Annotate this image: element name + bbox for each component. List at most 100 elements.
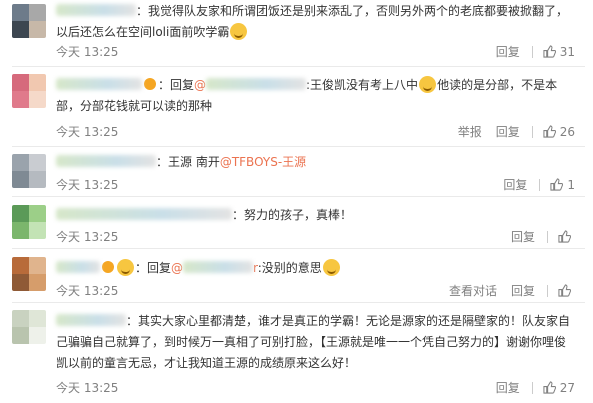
- like-button[interactable]: 1: [539, 178, 575, 192]
- username-blurred[interactable]: [56, 78, 142, 90]
- avatar-tile: [12, 154, 29, 171]
- avatar-tile: [12, 74, 29, 91]
- reply-to-user[interactable]: @: [171, 261, 183, 275]
- comment-body: ：回复@ r:没别的意思: [56, 258, 571, 279]
- avatar-tile: [12, 310, 29, 327]
- avatar-tile: [29, 21, 46, 38]
- comment-text: ：努力的孩子，真棒！: [232, 208, 353, 222]
- comment-body: ：我觉得队友家和所谓团饭还是别来添乱了，否则另外两个的老底都要被掀翻了，以后还怎…: [56, 1, 571, 43]
- divider: [531, 45, 533, 58]
- like-button[interactable]: [547, 230, 575, 243]
- timestamp: 今天 13:25: [56, 381, 119, 395]
- reply-button[interactable]: 回复: [496, 123, 520, 140]
- like-button[interactable]: 27: [531, 380, 575, 395]
- comment-actions: 回复 1: [489, 176, 575, 193]
- avatar-tile: [29, 171, 46, 188]
- like-count: 26: [559, 124, 575, 139]
- avatar-tile: [12, 257, 29, 274]
- avatar[interactable]: [12, 310, 46, 344]
- avatar[interactable]: [12, 257, 46, 291]
- view-conversation-button[interactable]: 查看对话: [449, 282, 497, 299]
- smile-emoji-icon: [322, 259, 340, 276]
- avatar-tile: [12, 171, 29, 188]
- reply-button[interactable]: 回复: [503, 176, 527, 193]
- divider: [531, 381, 533, 394]
- smirk-emoji-icon: [230, 23, 248, 40]
- thumbs-up-icon: [550, 178, 564, 191]
- avatar[interactable]: [12, 4, 46, 38]
- avatar-tile: [12, 4, 29, 21]
- divider: [531, 125, 533, 138]
- username-blurred[interactable]: [56, 314, 126, 326]
- avatar-tile: [29, 205, 46, 222]
- reply-button[interactable]: 回复: [511, 282, 535, 299]
- comment-body: ：回复@:王俊凯没有考上八中 他读的是分部，不是本部，分部花钱就可以读的那种: [56, 75, 571, 117]
- comment-text: :没别的意思: [257, 261, 322, 275]
- timestamp: 今天 13:25: [56, 230, 119, 244]
- comment-actions: 举报 回复 26: [444, 123, 575, 140]
- verified-badge-icon: [102, 261, 114, 273]
- reply-to-user[interactable]: @: [194, 78, 206, 92]
- comment-body: ：努力的孩子，真棒！: [56, 205, 571, 226]
- comment-item: ：我觉得队友家和所谓团饭还是别来添乱了，否则另外两个的老底都要被掀翻了，以后还怎…: [0, 0, 593, 66]
- comment-text: ：其实大家心里都清楚，谁才是真正的学霸！无论是源家的还是隔壁家的！队友家自己骗骗…: [56, 314, 571, 370]
- avatar-tile: [29, 74, 46, 91]
- avatar-tile: [29, 257, 46, 274]
- report-button[interactable]: 举报: [458, 123, 482, 140]
- like-button[interactable]: 26: [531, 124, 575, 139]
- thumbs-up-icon: [543, 45, 556, 58]
- avatar-tile: [29, 274, 46, 291]
- comment-meta: 今天 13:25 回复 1: [56, 176, 575, 194]
- avatar-tile: [12, 21, 29, 38]
- like-button[interactable]: [547, 284, 575, 297]
- avatar-tile: [12, 222, 29, 239]
- avatar[interactable]: [12, 74, 46, 108]
- avatar-tile: [12, 274, 29, 291]
- username-blurred[interactable]: [56, 4, 136, 16]
- comment-text: :王俊凯没有考上八中: [306, 78, 419, 92]
- timestamp: 今天 13:25: [56, 284, 119, 298]
- comment-item: ：回复@:王俊凯没有考上八中 他读的是分部，不是本部，分部花钱就可以读的那种 今天…: [0, 66, 593, 146]
- reply-user-blurred[interactable]: [183, 261, 254, 273]
- reply-button[interactable]: 回复: [496, 379, 520, 396]
- avatar-tile: [29, 327, 46, 344]
- comment-item: ：其实大家心里都清楚，谁才是真正的学霸！无论是源家的还是隔壁家的！队友家自己骗骗…: [0, 302, 593, 403]
- avatar-tile: [12, 91, 29, 108]
- comment-item: ：回复@ r:没别的意思 今天 13:25 查看对话 回复: [0, 248, 593, 302]
- like-count: 31: [559, 44, 575, 59]
- avatar-tile: [12, 327, 29, 344]
- comment-meta: 今天 13:25 举报 回复 26: [56, 123, 575, 141]
- avatar-tile: [29, 222, 46, 239]
- reply-button[interactable]: 回复: [511, 228, 535, 245]
- comment-text: ：王源 南开: [156, 155, 220, 169]
- reply-user-blurred[interactable]: [206, 78, 307, 90]
- reply-prefix: ：回复: [135, 261, 172, 275]
- smile-emoji-icon: [117, 259, 134, 276]
- avatar[interactable]: [12, 154, 46, 188]
- reply-button[interactable]: 回复: [496, 43, 520, 60]
- comment-actions: 回复 27: [482, 379, 575, 396]
- comment-item: ：努力的孩子，真棒！ 今天 13:25 回复: [0, 196, 593, 248]
- like-count: 27: [559, 380, 575, 395]
- thumbs-up-icon: [558, 230, 571, 243]
- divider: [539, 178, 541, 191]
- comment-meta: 今天 13:25 回复 27: [56, 379, 575, 397]
- comment-body: ：其实大家心里都清楚，谁才是真正的学霸！无论是源家的还是隔壁家的！队友家自己骗骗…: [56, 311, 571, 374]
- avatar-tile: [29, 91, 46, 108]
- comment-meta: 今天 13:25 查看对话 回复: [56, 282, 575, 300]
- thumbs-up-icon: [543, 381, 556, 394]
- avatar[interactable]: [12, 205, 46, 239]
- mention-link[interactable]: @TFBOYS-王源: [220, 155, 306, 169]
- username-blurred[interactable]: [56, 155, 156, 167]
- comment-meta: 今天 13:25 回复 31: [56, 43, 575, 61]
- like-button[interactable]: 31: [531, 44, 575, 59]
- thumbs-up-icon: [558, 284, 571, 297]
- username-blurred[interactable]: [56, 261, 100, 273]
- avatar-tile: [29, 4, 46, 21]
- comment-feed: ：我觉得队友家和所谓团饭还是别来添乱了，否则另外两个的老底都要被掀翻了，以后还怎…: [0, 0, 593, 403]
- comment-actions: 回复: [497, 228, 575, 245]
- avatar-tile: [29, 154, 46, 171]
- username-blurred[interactable]: [56, 208, 232, 220]
- timestamp: 今天 13:25: [56, 125, 119, 139]
- timestamp: 今天 13:25: [56, 45, 119, 59]
